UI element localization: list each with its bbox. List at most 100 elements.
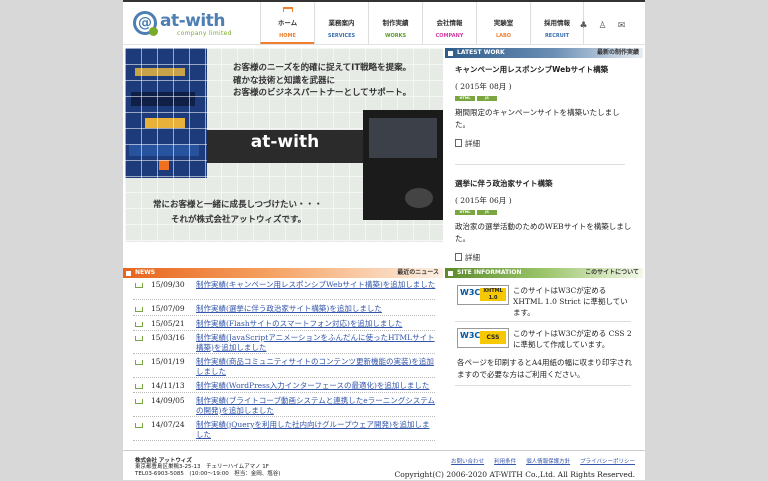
hero-copy-line: それが株式会社アットウィズです。 xyxy=(171,215,307,225)
news-icon xyxy=(135,336,143,341)
w3c-logo-icon: W3C xyxy=(460,288,481,297)
list-item: 14/09/05 制作実績(ブライトコーブ動画システムと連携したeラーニングシス… xyxy=(133,396,435,417)
hero-copy-top: お客様のニーズを的確に捉えてIT戦略を提案。 確かな技術と知識を武器に お客様の… xyxy=(233,62,411,100)
news-date: 14/11/13 xyxy=(151,381,185,390)
w3c-xhtml-badge[interactable]: W3C XHTML 1.0 xyxy=(457,285,509,305)
copyright: Copyright(C) 2006-2020 AT-WITH Co.,Ltd. … xyxy=(394,470,635,479)
sitemap-icon[interactable]: ♣ xyxy=(579,22,588,31)
news-icon xyxy=(135,360,143,365)
tag-html: HTML xyxy=(455,96,475,101)
footer-link-privacy-protection[interactable]: 個人情報保護方針 xyxy=(526,457,570,465)
nav-home[interactable]: ホーム HOME xyxy=(260,2,314,44)
news-icon xyxy=(135,283,143,288)
hero-copy-line: 常にお客様と一緒に成長しつづけたい・・・ xyxy=(153,200,323,210)
news-subtitle: 最近のニュース xyxy=(397,269,439,276)
nav-services-jp: 業務案内 xyxy=(328,19,355,27)
page: @ at-with company limited ホーム HOME 業務案内 … xyxy=(123,0,645,480)
hero-banner: at-with お客様のニーズを的確に捉えてIT戦略を提案。 確かな技術と知識を… xyxy=(125,48,443,242)
nav-works[interactable]: 制作実績 WORKS xyxy=(368,2,422,44)
work-title[interactable]: キャンペーン用レスポンシブWebサイト構築 xyxy=(455,64,633,75)
css-badge-label: CSS xyxy=(480,331,506,344)
news-date: 14/09/05 xyxy=(151,396,185,405)
hero-copy-line: お客様のニーズを的確に捉えてIT戦略を提案。 xyxy=(233,63,412,73)
news-link[interactable]: 制作実績(jQueryを利用した社内向けグループウェア開発)を追加しました xyxy=(196,420,436,439)
work-tags: HTML JS xyxy=(455,96,633,101)
news-icon xyxy=(135,423,143,428)
logo-name: at-with xyxy=(160,11,225,31)
news-date: 15/05/21 xyxy=(151,319,185,328)
mail-icon[interactable]: ✉ xyxy=(617,22,626,31)
work-item: キャンペーン用レスポンシブWebサイト構築 ( 2015年 08月 ) HTML… xyxy=(455,64,633,149)
news-date: 14/07/24 xyxy=(151,420,185,429)
news-date: 15/01/19 xyxy=(151,357,185,366)
nav-company[interactable]: 会社情報 COMPANY xyxy=(422,2,476,44)
site-info-header: SITE INFORMATION このサイトについて xyxy=(445,268,643,278)
work-detail-link[interactable]: 詳細 xyxy=(455,138,633,149)
news-link[interactable]: 制作実績(商品コミュニティサイトのコンテンツ更新機能の実装)を追加しました xyxy=(196,357,436,376)
news-icon xyxy=(135,384,143,389)
work-tags: HTML JS xyxy=(455,210,633,215)
work-description: 政治家の選挙活動のためのWEBサイトを構築しました。 xyxy=(455,222,632,243)
news-date: 15/09/30 xyxy=(151,280,185,289)
footer-link-privacy-policy[interactable]: プライバシーポリシー xyxy=(580,457,635,465)
nav-recruit-jp: 採用情報 xyxy=(544,19,570,27)
logo[interactable]: @ at-with company limited xyxy=(133,11,233,39)
news-link[interactable]: 制作実績(Flashサイトのスマートフォン対応)を追加しました xyxy=(196,319,436,329)
news-link[interactable]: 制作実績(JavaScriptアニメーションをふんだんに使ったHTMLサイト構築… xyxy=(196,333,436,352)
work-detail-link[interactable]: 詳細 xyxy=(455,252,633,263)
footer-address-line: 東京都豊島区巣鴨3-25-13 チェリーハイムアマノ 1F xyxy=(135,464,269,470)
list-item: 15/01/19 制作実績(商品コミュニティサイトのコンテンツ更新機能の実装)を… xyxy=(133,357,435,378)
tag-html: HTML xyxy=(455,210,475,215)
list-item: 15/05/21 制作実績(Flashサイトのスマートフォン対応)を追加しました xyxy=(133,319,435,331)
news-link[interactable]: 制作実績(WordPress入力インターフェースの最適化)を追加しました xyxy=(196,381,436,391)
nav-recruit[interactable]: 採用情報 RECRUIT xyxy=(530,2,584,44)
w3c-css-badge[interactable]: W3C CSS xyxy=(457,328,509,348)
w3c-logo-icon: W3C xyxy=(460,331,481,340)
list-item: 15/09/30 制作実績(キャンペーン用レスポンシブWebサイト構築)を追加し… xyxy=(133,280,435,300)
xhtml-badge-label: XHTML 1.0 xyxy=(480,288,506,301)
nav-labo[interactable]: 実験室 LABO xyxy=(476,2,530,44)
nav-company-en: COMPANY xyxy=(435,33,464,39)
divider xyxy=(455,385,631,386)
nav-works-jp: 制作実績 xyxy=(382,19,409,27)
footer-link-contact[interactable]: お問い合わせ xyxy=(451,457,484,465)
footer: 株式会社 アットウィズ 東京都豊島区巣鴨3-25-13 チェリーハイムアマノ 1… xyxy=(123,450,645,481)
news-link[interactable]: 制作実績(キャンペーン用レスポンシブWebサイト構築)を追加しました xyxy=(196,280,436,290)
nav-home-jp: ホーム xyxy=(277,19,298,27)
list-item: 15/03/16 制作実績(JavaScriptアニメーションをふんだんに使った… xyxy=(133,333,435,354)
footer-link-terms[interactable]: 利用条件 xyxy=(494,457,516,465)
keyboard-image xyxy=(363,110,443,220)
nav-recruit-en: RECRUIT xyxy=(544,33,570,39)
hero-brand: at-with xyxy=(250,132,320,152)
work-title[interactable]: 選挙に伴う政治家サイト構築 xyxy=(455,178,633,189)
nav-labo-en: LABO xyxy=(495,33,512,39)
main-nav: ホーム HOME 業務案内 SERVICES 制作実績 WORKS 会社情報 C… xyxy=(260,2,584,44)
news-icon xyxy=(135,322,143,327)
list-item: 15/07/09 制作実績(選挙に伴う政治家サイト構築)を追加しました xyxy=(133,304,435,316)
news-title: NEWS xyxy=(135,269,156,276)
news-date: 15/03/16 xyxy=(151,333,185,342)
logo-dot-icon xyxy=(149,27,158,36)
nav-home-en: HOME xyxy=(279,33,296,39)
print-note: 各ページを印刷するとA4用紙の幅に収まり印字されますので必要な方はご利用ください… xyxy=(457,358,633,379)
news-link[interactable]: 制作実績(選挙に伴う政治家サイト構築)を追加しました xyxy=(196,304,436,314)
header: @ at-with company limited ホーム HOME 業務案内 … xyxy=(123,2,645,45)
tag-js: JS xyxy=(477,96,497,101)
square-bullet-icon xyxy=(448,271,453,276)
latest-work-title: LATEST WORK xyxy=(457,49,505,56)
work-date: ( 2015年 08月 ) xyxy=(455,82,512,91)
header-icons: ♣ ♙ ✉ xyxy=(579,22,626,31)
nav-services[interactable]: 業務案内 SERVICES xyxy=(314,2,368,44)
news-link[interactable]: 制作実績(ブライトコーブ動画システムと連携したeラーニングシステムの開発)を追加… xyxy=(196,396,436,415)
news-icon xyxy=(135,307,143,312)
news-icon xyxy=(135,399,143,404)
accessibility-icon[interactable]: ♙ xyxy=(598,22,607,31)
square-bullet-icon xyxy=(126,271,131,276)
nav-works-en: WORKS xyxy=(384,33,407,39)
footer-tel: TEL03-6903-5085 (10:00〜19:00 担当：金岡、塩谷) xyxy=(135,471,281,477)
news-header: NEWS 最近のニュース xyxy=(123,268,443,278)
logo-subtitle: company limited xyxy=(177,30,232,37)
site-info-subtitle: このサイトについて xyxy=(585,269,639,276)
hero-copy-line: お客様のビジネスパートナーとしてサポート。 xyxy=(233,88,412,98)
latest-work-header: LATEST WORK 最新の制作実績 xyxy=(445,48,643,58)
